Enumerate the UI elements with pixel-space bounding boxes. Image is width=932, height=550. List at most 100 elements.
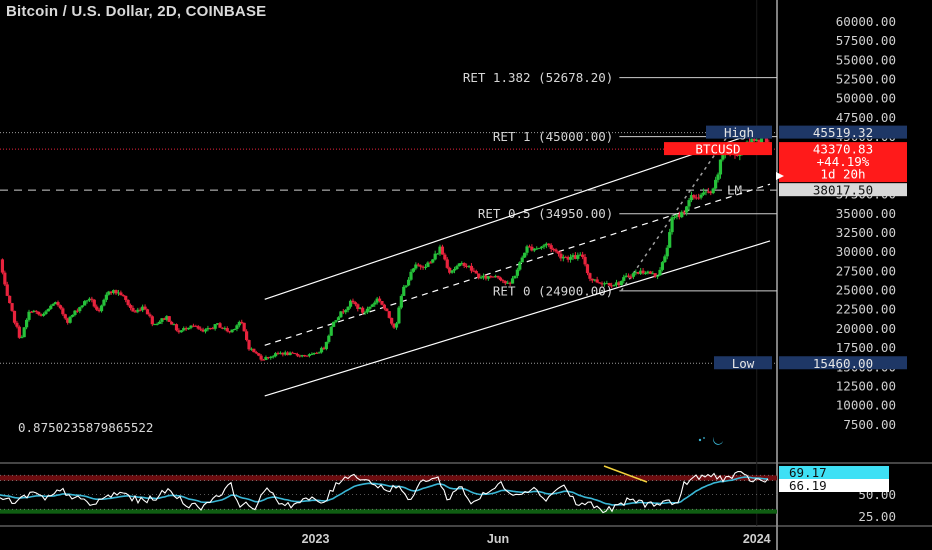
candle-body (612, 285, 616, 287)
price-tick-label: 22500.00 (836, 302, 896, 317)
price-tick-label: 57500.00 (836, 33, 896, 48)
high-label: High (724, 125, 754, 140)
candle-body (714, 179, 718, 189)
candle-body (157, 321, 162, 324)
candle-body (10, 303, 14, 311)
moon-icon (698, 437, 723, 445)
candle-body (629, 276, 633, 278)
candle-body (568, 257, 573, 260)
candle-body (607, 283, 611, 286)
price-tick-label: 7500.00 (843, 417, 896, 432)
price-tick-label: 47500.00 (836, 110, 896, 125)
candle-body (626, 275, 631, 277)
candle-body (452, 269, 457, 271)
candle-body (327, 335, 331, 342)
candle-body (155, 323, 159, 325)
candle-body (128, 305, 133, 308)
candle-body (583, 256, 587, 265)
candle-body (324, 341, 328, 350)
candle-body (377, 298, 382, 302)
candle-body (34, 310, 38, 312)
candle-body (232, 329, 237, 331)
candle-body (699, 194, 703, 198)
candle-body (49, 305, 53, 309)
candle-body (126, 299, 130, 306)
candle-body (247, 340, 251, 350)
candle-body (513, 275, 517, 279)
fib-level-label: RET 1 (45000.00) (493, 129, 613, 144)
candle-body (310, 354, 314, 356)
bar-countdown: 1d 20h (820, 167, 865, 182)
candle-body (213, 324, 217, 329)
candle-body (95, 306, 99, 310)
candle-body (179, 330, 183, 333)
candle-body (27, 311, 31, 320)
candle-body (697, 197, 701, 199)
lm-tag: 38017.50 (779, 183, 907, 198)
candle-body (104, 294, 108, 300)
rsi-overbought-band (0, 475, 777, 481)
candle-body (22, 327, 26, 338)
candle-body (496, 275, 500, 278)
candle-body (419, 265, 423, 267)
candle-body (85, 300, 89, 302)
price-tick-label: 12500.00 (836, 378, 896, 393)
candle-body (196, 326, 200, 329)
candle-body (404, 285, 408, 287)
chart-title: Bitcoin / U.S. Dollar, 2D, COINBASE (6, 3, 267, 20)
candle-body (547, 243, 551, 246)
candle-body (252, 348, 256, 353)
candle-body (450, 270, 454, 273)
candle-body (365, 308, 370, 313)
rsi-oversold-band (0, 509, 777, 514)
candle-body (242, 322, 246, 332)
candle-body (581, 254, 585, 257)
candle-body (68, 316, 72, 323)
candle-body (399, 295, 403, 308)
last-price-tag: BTCUSD 43370.83+44.19%1d 20h (664, 142, 907, 183)
candle-body (643, 273, 648, 275)
candle-body (44, 311, 48, 314)
candle-body (259, 355, 263, 360)
candle-body (435, 253, 440, 255)
candle-body (668, 232, 672, 248)
candle-body (440, 246, 445, 255)
candle-body (542, 245, 546, 247)
candle-body (351, 300, 355, 303)
candle-body (576, 255, 580, 259)
price-tick-label: 20000.00 (836, 321, 896, 336)
candle-body (317, 352, 321, 354)
candle-body (631, 273, 636, 277)
candle-body (271, 356, 275, 358)
candle-body (199, 328, 203, 330)
chart-extras: 0.8750235879865522 (18, 420, 723, 445)
symbol-label: BTCUSD (695, 142, 740, 157)
candle-body (462, 263, 466, 266)
candle-body (56, 302, 60, 306)
candle-body (409, 271, 413, 280)
candle-body (148, 314, 152, 317)
candle-body (520, 257, 524, 263)
candle-body (363, 312, 367, 314)
candle-body (336, 317, 341, 321)
candle-body (397, 307, 401, 324)
candle-body (670, 217, 674, 233)
candle-body (37, 311, 41, 315)
candle-body (174, 324, 179, 331)
candle-series (0, 135, 771, 362)
candle-body (218, 323, 222, 328)
candle-body (655, 275, 660, 277)
candle-body (370, 304, 374, 307)
candle-body (295, 353, 299, 356)
candle-body (254, 352, 258, 354)
price-chart[interactable]: RET 1.382 (52678.20) RET 1 (45000.00) RET … (0, 0, 932, 550)
fib-retracement: RET 1.382 (52678.20) RET 1 (45000.00) RET … (0, 70, 777, 364)
candle-body (150, 316, 154, 325)
candle-body (660, 262, 665, 270)
candle-body (685, 206, 689, 213)
price-tick-label: 52500.00 (836, 72, 896, 87)
candle-body (619, 280, 623, 286)
candle-body (124, 295, 128, 300)
candle-body (92, 299, 96, 307)
candle-body (687, 200, 691, 207)
